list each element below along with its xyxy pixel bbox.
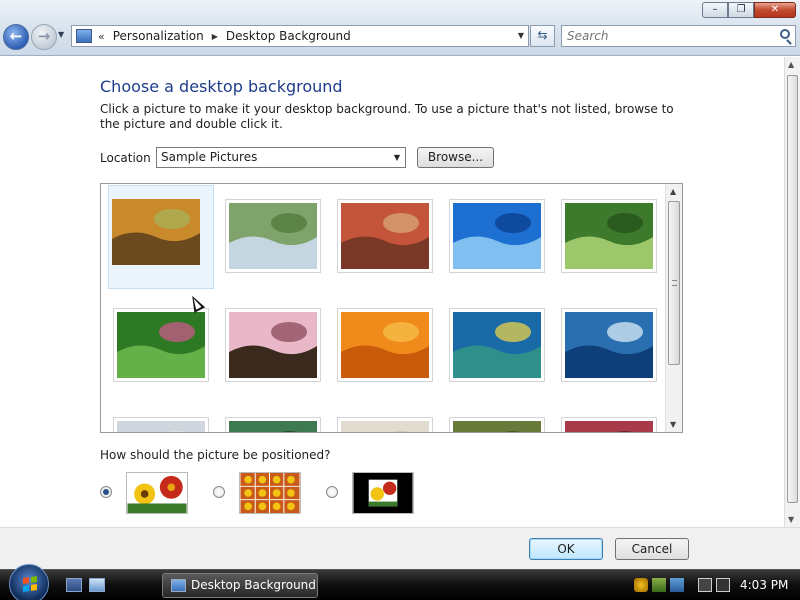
refresh-button[interactable]: ⇆ (530, 25, 555, 47)
search-icon[interactable] (780, 29, 790, 39)
partial-row-4-thumbnail (453, 421, 541, 432)
breadcrumb-personalization[interactable]: Personalization (113, 29, 204, 43)
page-title: Choose a desktop background (100, 77, 343, 96)
show-desktop-icon[interactable] (66, 578, 82, 592)
breadcrumb-separator-icon[interactable]: ▶ (212, 32, 218, 41)
gallery-scrollbar[interactable]: ▲ ▼ (665, 184, 682, 432)
ok-button[interactable]: OK (529, 538, 603, 560)
intro-text: Click a picture to make it your desktop … (100, 102, 674, 131)
maximize-button[interactable]: ❐ (728, 2, 754, 18)
window-scrollbar[interactable]: ▲ ▼ (784, 57, 800, 527)
control-panel-icon (171, 579, 186, 592)
chevron-down-icon[interactable]: ▼ (394, 148, 400, 167)
refresh-icon: ⇆ (537, 28, 548, 42)
control-panel-icon (76, 29, 92, 43)
gallery-item-green-ferns[interactable] (113, 308, 209, 382)
gallery-item-sea-turtle[interactable] (449, 308, 545, 382)
green-ferns-thumbnail (117, 312, 205, 378)
minimize-button[interactable]: – (702, 2, 728, 18)
forward-arrow-icon: → (37, 27, 51, 45)
gallery-item-orange-daisies[interactable] (337, 308, 433, 382)
dialog-footer: OK Cancel (0, 527, 800, 569)
scroll-up-icon[interactable]: ▲ (788, 60, 794, 69)
recent-pages-dropdown[interactable]: ▼ (58, 30, 64, 39)
whale-tail-thumbnail (565, 312, 653, 378)
gallery-scroll-thumb[interactable] (668, 201, 680, 365)
address-dropdown-icon[interactable]: ▼ (518, 31, 524, 40)
fit-preview-icon (126, 472, 188, 514)
window-controls: – ❐ ✕ (702, 2, 796, 18)
taskbar: Desktop Background 4:03 PM (0, 564, 800, 600)
switch-windows-icon[interactable] (89, 578, 105, 592)
center-preview-icon (352, 472, 414, 514)
gallery-item-pink-flowers[interactable] (225, 308, 321, 382)
autumn-tree-thumbnail (112, 199, 200, 265)
location-label: Location (100, 151, 151, 165)
gallery-item-partial-row-5[interactable] (561, 417, 657, 432)
browse-button[interactable]: Browse... (417, 147, 494, 168)
partial-row-1-thumbnail (117, 421, 205, 432)
clock[interactable]: 4:03 PM (740, 578, 788, 592)
desert-mesa-thumbnail (341, 203, 429, 269)
gallery-item-partial-row-4[interactable] (449, 417, 545, 432)
gallery-item-partial-row-3[interactable] (337, 417, 433, 432)
security-shield-icon[interactable] (634, 578, 648, 592)
gallery-item-partial-row-1[interactable] (113, 417, 209, 432)
green-stream-thumbnail (229, 203, 317, 269)
partial-row-5-thumbnail (565, 421, 653, 432)
location-select[interactable]: Sample Pictures ▼ (156, 147, 406, 168)
windows-logo-icon (23, 576, 37, 592)
pink-flowers-thumbnail (229, 312, 317, 378)
gallery-item-autumn-tree[interactable] (108, 185, 214, 289)
tile-preview-icon (239, 472, 301, 514)
scroll-down-icon[interactable]: ▼ (788, 515, 794, 524)
gallery-item-desert-mesa[interactable] (337, 199, 433, 273)
picture-gallery: ▲ ▼ (100, 183, 683, 433)
forest-path-thumbnail (565, 203, 653, 269)
back-arrow-icon: ← (9, 27, 23, 45)
search-input[interactable] (567, 27, 767, 45)
partial-row-3-thumbnail (341, 421, 429, 432)
blue-pier-thumbnail (453, 203, 541, 269)
scroll-up-icon[interactable]: ▲ (670, 187, 676, 196)
position-radio-tile[interactable] (213, 486, 225, 498)
position-radio-center[interactable] (326, 486, 338, 498)
taskbar-window-title: Desktop Background (191, 578, 316, 592)
address-bar[interactable]: « Personalization ▶ Desktop Background ▼ (71, 25, 529, 47)
scroll-down-icon[interactable]: ▼ (670, 420, 676, 429)
title-bar: – ❐ ✕ ← → ▼ « Personalization ▶ Desktop … (0, 0, 800, 56)
close-button[interactable]: ✕ (754, 2, 796, 18)
gallery-item-partial-row-2[interactable] (225, 417, 321, 432)
gallery-item-forest-path[interactable] (561, 199, 657, 273)
orange-daisies-thumbnail (341, 312, 429, 378)
gallery-item-whale-tail[interactable] (561, 308, 657, 382)
cancel-button[interactable]: Cancel (615, 538, 689, 560)
forward-button[interactable]: → (31, 24, 57, 50)
location-value: Sample Pictures (161, 150, 258, 164)
breadcrumb-desktop-background[interactable]: Desktop Background (226, 29, 351, 43)
volume-muted-icon[interactable] (716, 578, 730, 592)
gallery-item-blue-pier[interactable] (449, 199, 545, 273)
main-content: Choose a desktop background Click a pict… (0, 57, 784, 527)
network-disconnected-icon[interactable] (698, 578, 712, 592)
defender-icon[interactable] (652, 578, 666, 592)
start-button[interactable] (9, 564, 49, 600)
window-scroll-thumb[interactable] (787, 75, 798, 503)
breadcrumb-overflow-chevron[interactable]: « (98, 30, 105, 43)
gallery-item-green-stream[interactable] (225, 199, 321, 273)
partial-row-2-thumbnail (229, 421, 317, 432)
back-button[interactable]: ← (3, 24, 29, 50)
search-box[interactable] (561, 25, 796, 47)
position-radio-fit[interactable] (100, 486, 112, 498)
network-status-icon[interactable] (670, 578, 684, 592)
sea-turtle-thumbnail (453, 312, 541, 378)
position-question: How should the picture be positioned? (100, 448, 331, 462)
taskbar-window-button[interactable]: Desktop Background (162, 573, 318, 598)
